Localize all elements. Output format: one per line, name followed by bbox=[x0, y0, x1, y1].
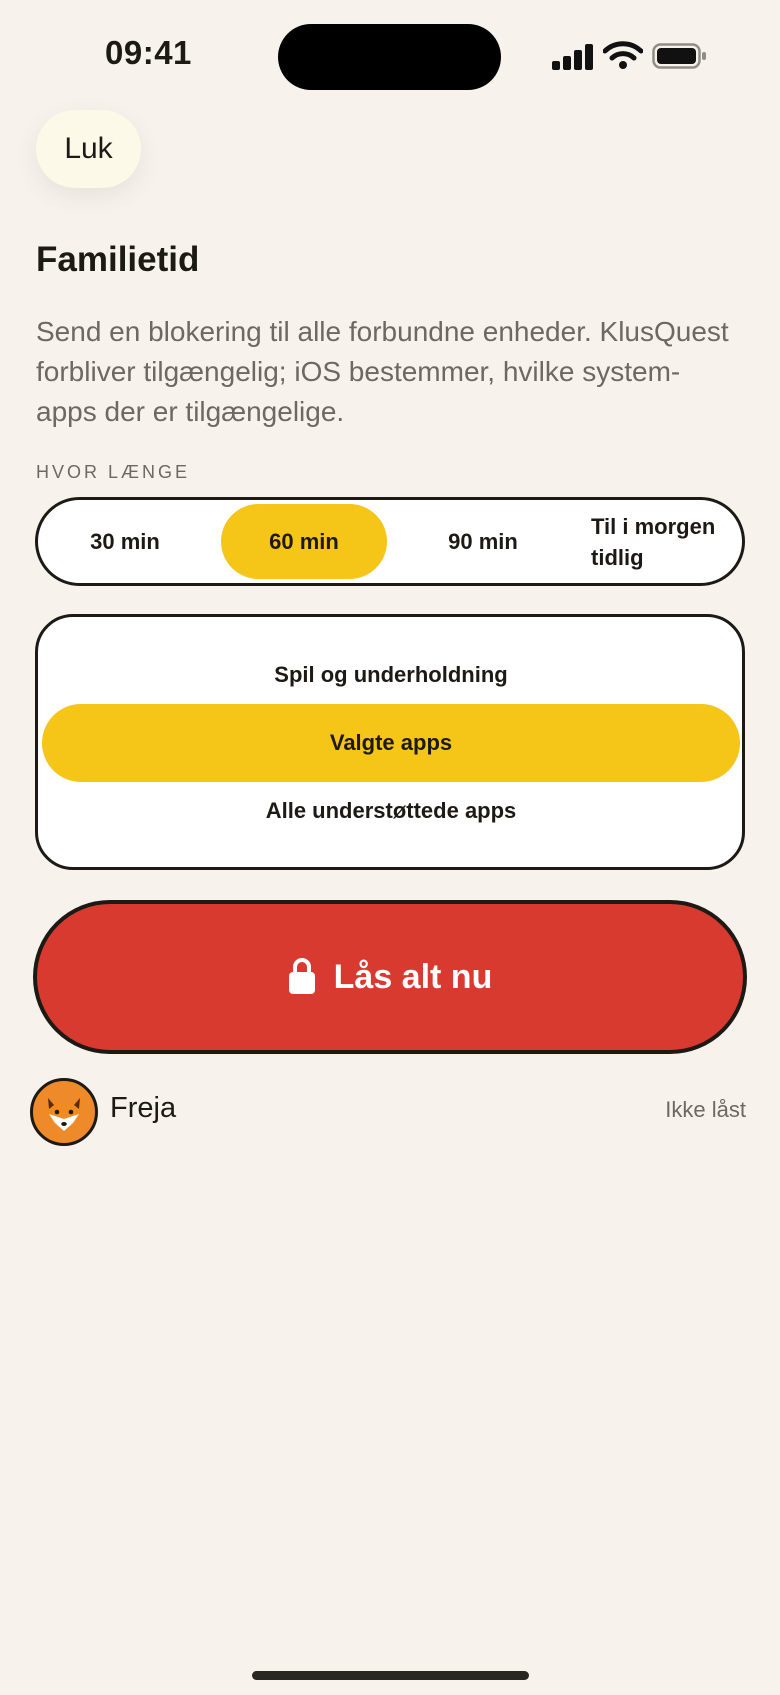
page-description: Send en blokering til alle forbundne enh… bbox=[36, 316, 729, 427]
avatar bbox=[30, 1078, 98, 1146]
app-scope-selector: Spil og underholdning Valgte apps Alle u… bbox=[35, 614, 745, 870]
status-time: 09:41 bbox=[105, 34, 192, 71]
home-indicator bbox=[252, 1671, 529, 1680]
duration-option-90[interactable]: 90 min bbox=[400, 504, 566, 579]
duration-option-label: Til i morgen tidlig bbox=[591, 513, 716, 570]
dynamic-island bbox=[278, 24, 501, 90]
lock-icon bbox=[288, 958, 315, 994]
close-button-label: Luk bbox=[64, 132, 113, 165]
duration-option-label: 60 min bbox=[269, 528, 339, 554]
scope-option-selected-apps[interactable]: Valgte apps bbox=[42, 704, 740, 782]
lock-all-button[interactable]: Lås alt nu bbox=[33, 900, 747, 1054]
duration-option-30[interactable]: 30 min bbox=[42, 504, 208, 579]
lock-all-label: Lås alt nu bbox=[333, 957, 493, 996]
scope-option-games-entertainment[interactable]: Spil og underholdning bbox=[42, 636, 740, 714]
wifi-icon bbox=[603, 41, 643, 69]
duration-option-label: 90 min bbox=[448, 528, 518, 554]
fox-icon bbox=[46, 1095, 82, 1131]
child-row[interactable]: Freja Ikke låst bbox=[30, 1078, 746, 1146]
scope-option-label: Spil og underholdning bbox=[274, 662, 508, 687]
duration-option-label: 30 min bbox=[90, 528, 160, 554]
duration-section-label: HVOR LÆNGE bbox=[36, 462, 191, 482]
duration-option-60[interactable]: 60 min bbox=[221, 504, 387, 579]
cellular-signal-icon bbox=[552, 44, 594, 70]
duration-option-until-morning[interactable]: Til i morgen tidlig bbox=[591, 504, 741, 579]
child-name: Freja bbox=[110, 1092, 177, 1124]
child-lock-status: Ikke låst bbox=[665, 1097, 746, 1122]
scope-option-all-supported-apps[interactable]: Alle understøttede apps bbox=[42, 772, 740, 850]
duration-selector: 30 min 60 min 90 min Til i morgen tidlig bbox=[35, 497, 745, 586]
page-title: Familietid bbox=[36, 240, 200, 279]
scope-option-label: Alle understøttede apps bbox=[265, 798, 517, 823]
battery-icon bbox=[652, 43, 706, 69]
scope-option-label: Valgte apps bbox=[329, 730, 453, 755]
close-button[interactable]: Luk bbox=[36, 110, 141, 188]
